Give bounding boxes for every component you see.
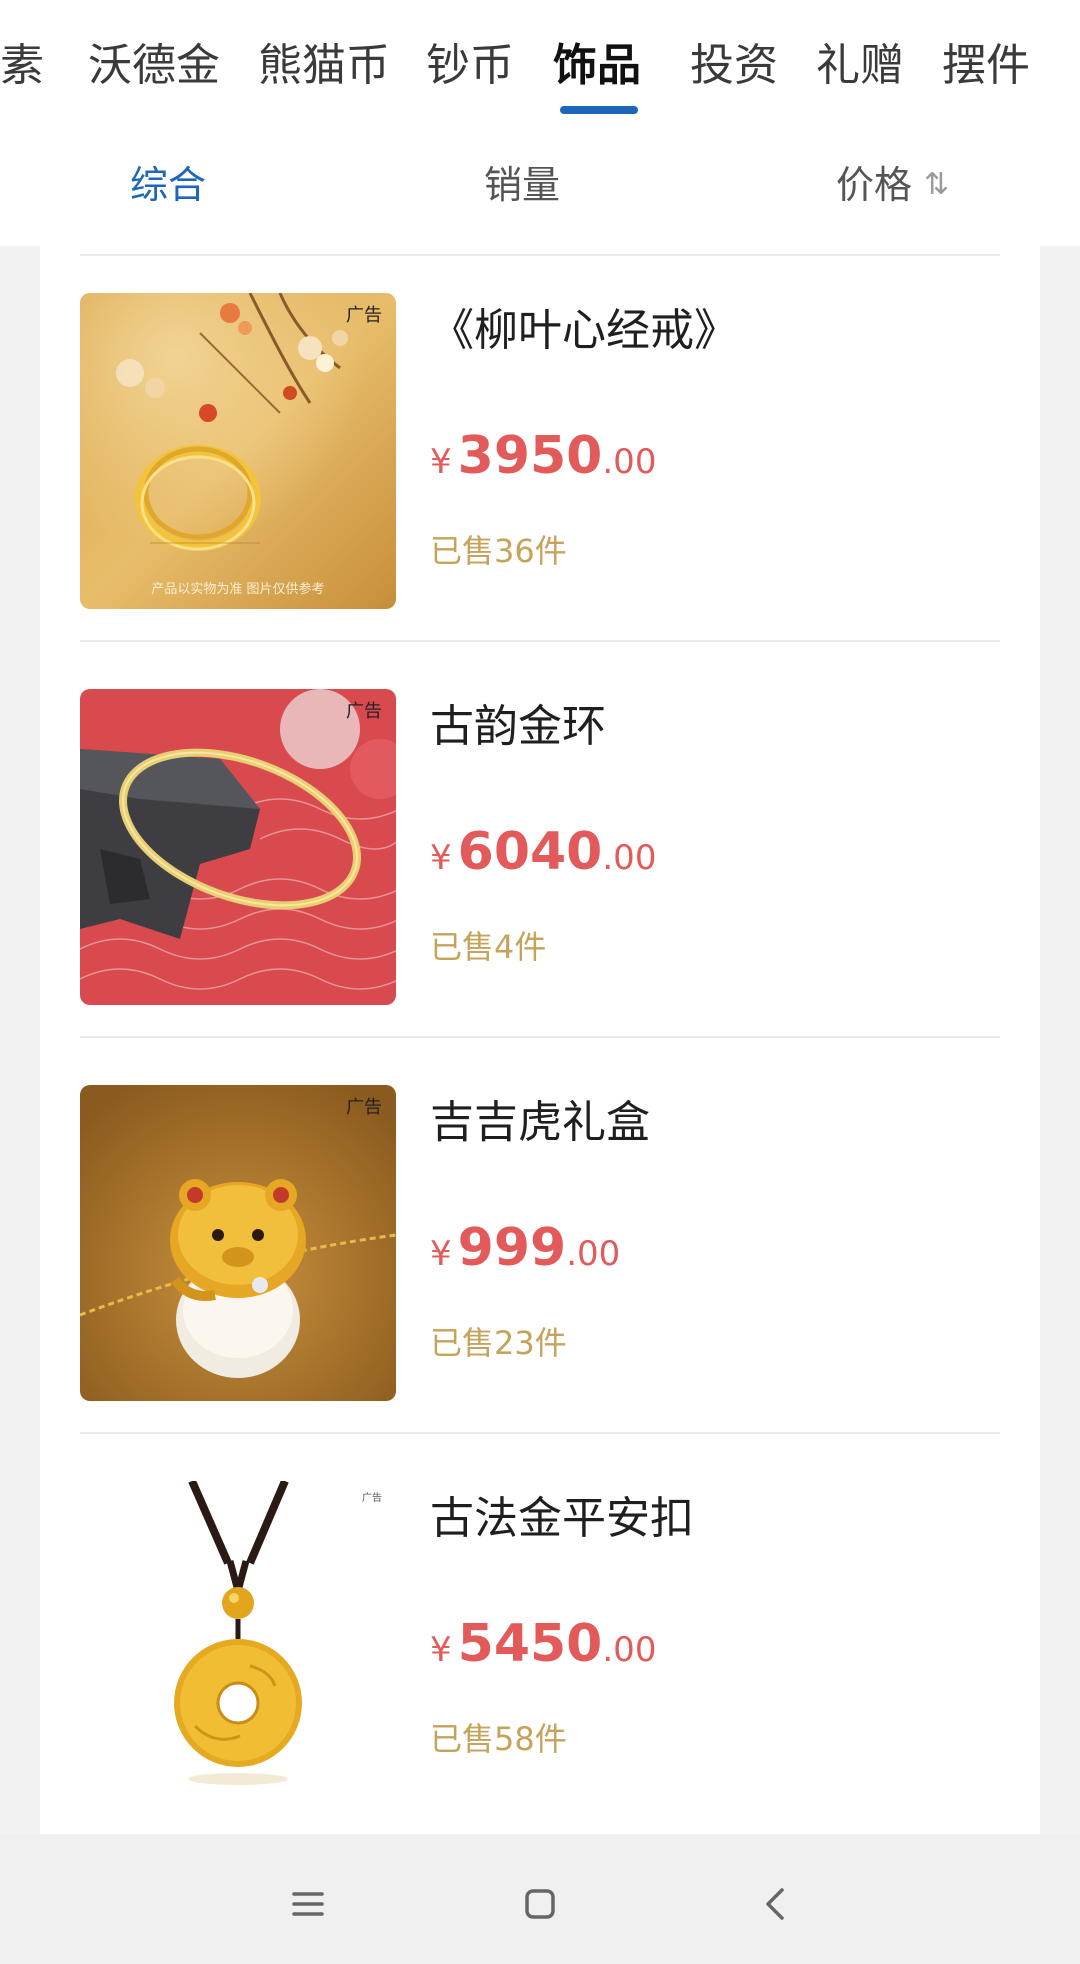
sort-price-label: 价格 xyxy=(836,163,913,207)
tab-category-4[interactable]: 饰品 xyxy=(553,38,641,94)
product-name[interactable]: 《柳叶心经戒》 xyxy=(430,294,738,358)
price-integer: 6040 xyxy=(457,822,603,882)
price-decimal: .00 xyxy=(602,838,657,878)
sort-arrows-icon: ⇅ xyxy=(924,167,950,202)
tab-category-3[interactable]: 钞币 xyxy=(426,38,514,94)
sold-count: 已售4件 xyxy=(430,928,547,966)
bangle-image xyxy=(80,689,396,1005)
price-integer: 999 xyxy=(457,1218,567,1278)
sold-count: 已售58件 xyxy=(430,1720,567,1758)
product-list: 广告 产品以实物为准 图片仅供参考 《柳叶心经戒》 ¥3950.00 已售36件 xyxy=(40,246,1040,1834)
price-integer: 5450 xyxy=(457,1614,603,1674)
sort-bar: 综合 销量 价格 ⇅ xyxy=(0,122,1080,246)
page: 素 沃德金 熊猫币 钞币 饰品 投资 礼赠 摆件 综合 销量 价格 ⇅ 广告 产… xyxy=(0,0,1080,1964)
tab-category-7[interactable]: 摆件 xyxy=(942,38,1030,94)
product-card[interactable]: 广告 古韵金环 ¥6040.00 已售4件 xyxy=(40,642,1040,1038)
price-currency: ¥ xyxy=(430,1630,452,1670)
tab-category-0[interactable]: 素 xyxy=(0,38,44,94)
ad-tag: 广告 xyxy=(346,1097,382,1118)
ring-image xyxy=(80,293,396,609)
price-currency: ¥ xyxy=(430,1234,452,1274)
price-currency: ¥ xyxy=(430,838,452,878)
product-name[interactable]: 吉吉虎礼盒 xyxy=(430,1086,650,1150)
tiger-charm-image xyxy=(80,1085,396,1401)
system-nav-bar xyxy=(0,1834,1080,1964)
product-image[interactable]: 广告 xyxy=(80,1481,396,1797)
price-decimal: .00 xyxy=(602,1630,657,1670)
product-image[interactable]: 广告 xyxy=(80,1085,396,1401)
product-price: ¥999.00 xyxy=(430,1216,620,1292)
tab-category-6[interactable]: 礼赠 xyxy=(816,38,904,94)
product-name[interactable]: 古韵金环 xyxy=(430,690,606,754)
tab-category-2[interactable]: 熊猫币 xyxy=(258,38,390,94)
category-tabs: 素 沃德金 熊猫币 钞币 饰品 投资 礼赠 摆件 xyxy=(0,0,1080,122)
home-icon[interactable] xyxy=(510,1874,570,1934)
tab-category-5[interactable]: 投资 xyxy=(690,38,778,94)
image-caption: 产品以实物为准 图片仅供参考 xyxy=(151,582,325,597)
product-price: ¥6040.00 xyxy=(430,820,656,896)
price-integer: 3950 xyxy=(457,426,603,486)
back-icon[interactable] xyxy=(746,1874,806,1934)
ad-tag: 广告 xyxy=(346,701,382,722)
ad-tag: 广告 xyxy=(362,1493,382,1504)
product-image[interactable]: 广告 xyxy=(80,689,396,1005)
menu-icon[interactable] xyxy=(278,1874,338,1934)
sort-sales[interactable]: 销量 xyxy=(484,160,560,210)
product-card[interactable]: 广告 吉吉虎礼盒 ¥999.00 已售23件 xyxy=(40,1038,1040,1434)
product-price: ¥5450.00 xyxy=(430,1612,656,1688)
pendant-image xyxy=(80,1481,396,1797)
product-image[interactable]: 广告 产品以实物为准 图片仅供参考 xyxy=(80,293,396,609)
product-card[interactable]: 广告 古法金平安扣 ¥5450.00 已售58件 xyxy=(40,1434,1040,1830)
tab-category-1[interactable]: 沃德金 xyxy=(88,38,220,94)
product-price: ¥3950.00 xyxy=(430,424,656,500)
sold-count: 已售23件 xyxy=(430,1324,567,1362)
product-card[interactable]: 广告 产品以实物为准 图片仅供参考 《柳叶心经戒》 ¥3950.00 已售36件 xyxy=(40,246,1040,642)
price-decimal: .00 xyxy=(566,1234,621,1274)
price-currency: ¥ xyxy=(430,442,452,482)
sold-count: 已售36件 xyxy=(430,532,567,570)
price-decimal: .00 xyxy=(602,442,657,482)
product-name[interactable]: 古法金平安扣 xyxy=(430,1482,694,1546)
sort-comprehensive[interactable]: 综合 xyxy=(130,160,206,210)
active-tab-indicator xyxy=(560,106,638,114)
ad-tag: 广告 xyxy=(346,305,382,326)
sort-price[interactable]: 价格 ⇅ xyxy=(836,160,949,210)
